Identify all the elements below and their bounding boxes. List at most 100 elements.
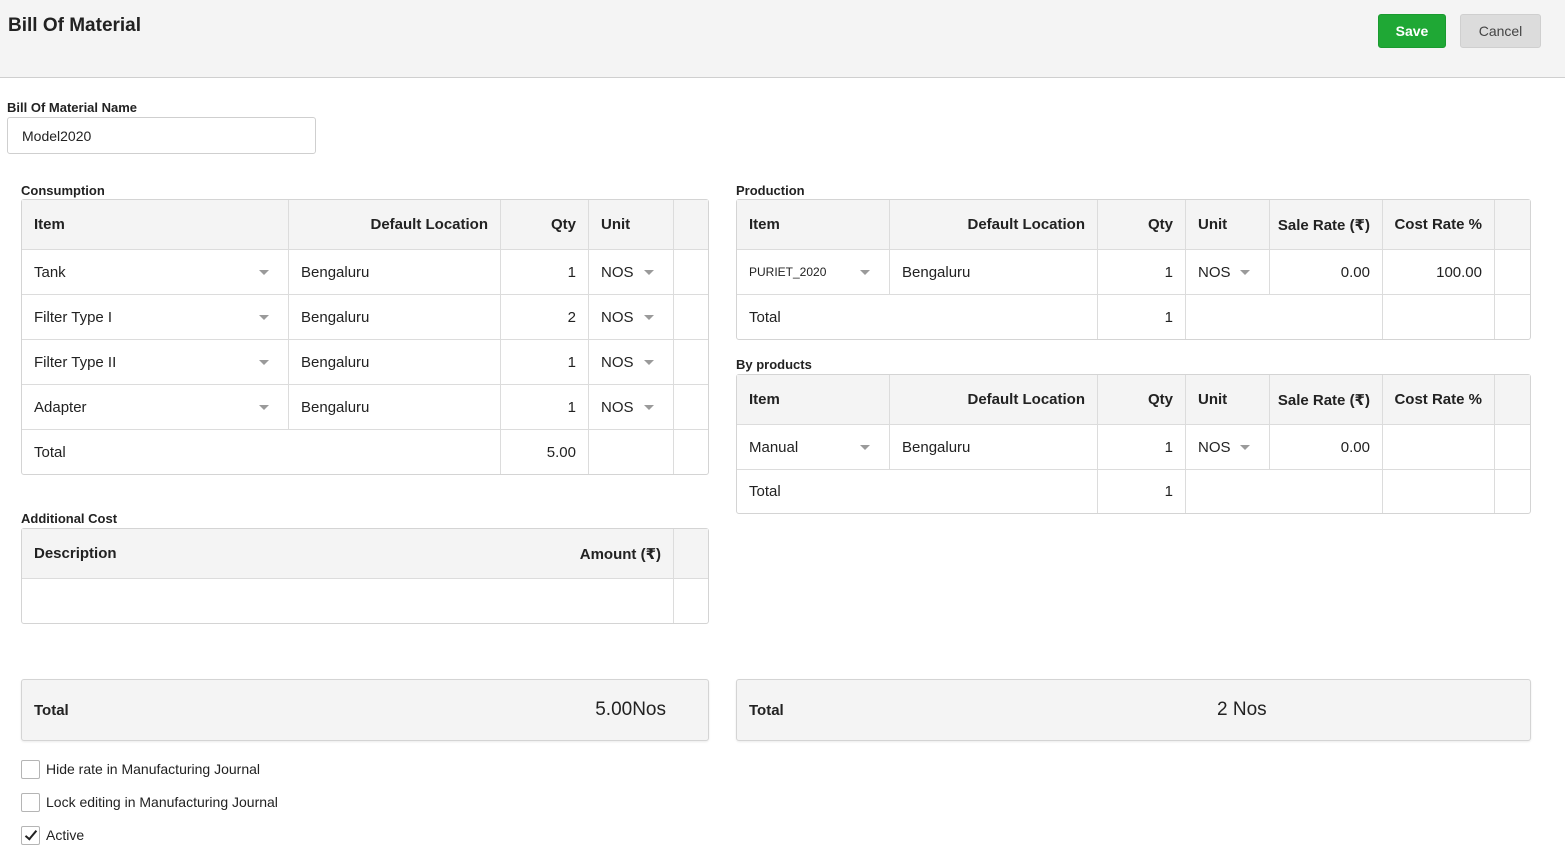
- location-cell[interactable]: Bengaluru: [289, 295, 501, 339]
- cost-rate-cell[interactable]: [1383, 425, 1495, 469]
- chevron-down-icon[interactable]: [644, 315, 654, 320]
- qty-cell[interactable]: 1: [501, 385, 589, 429]
- col-description-header: Description: [34, 545, 117, 562]
- production-total-label: Total: [749, 701, 784, 719]
- hide-rate-checkbox[interactable]: [21, 759, 40, 779]
- table-row: Manual Bengaluru 1 NOS 0.00: [737, 425, 1530, 470]
- chevron-down-icon[interactable]: [644, 270, 654, 275]
- location-cell[interactable]: Bengaluru: [289, 340, 501, 384]
- sale-rate-cell[interactable]: 0.00: [1270, 425, 1383, 469]
- table-row: PURIET_2020 Bengaluru 1 NOS 0.00 100.00: [737, 250, 1530, 295]
- cancel-button[interactable]: Cancel: [1460, 14, 1541, 48]
- qty-cell[interactable]: 2: [501, 295, 589, 339]
- chevron-down-icon[interactable]: [860, 270, 870, 275]
- lock-editing-option[interactable]: Lock editing in Manufacturing Journal: [21, 792, 278, 812]
- hide-rate-label: Hide rate in Manufacturing Journal: [46, 761, 261, 777]
- col-unit-header: Unit: [1186, 375, 1270, 424]
- col-item-header: Item: [22, 200, 289, 249]
- col-qty-header: Qty: [1098, 200, 1186, 249]
- consumption-label: Consumption: [21, 183, 105, 198]
- col-sale-rate-header: Sale Rate (₹): [1270, 200, 1383, 249]
- qty-cell[interactable]: 1: [1098, 250, 1186, 294]
- col-location-header: Default Location: [890, 375, 1098, 424]
- location-cell[interactable]: Bengaluru: [890, 250, 1098, 294]
- hide-rate-option[interactable]: Hide rate in Manufacturing Journal: [21, 759, 260, 779]
- row-action-cell: [1495, 295, 1530, 339]
- save-button[interactable]: Save: [1378, 14, 1446, 48]
- chevron-down-icon[interactable]: [259, 360, 269, 365]
- table-header-row: Item Default Location Qty Unit Sale Rate…: [737, 375, 1530, 425]
- item-select[interactable]: PURIET_2020: [737, 250, 890, 294]
- by-products-label: By products: [736, 357, 812, 372]
- item-select[interactable]: Adapter: [22, 385, 289, 429]
- total-label: Total: [737, 470, 1098, 513]
- qty-cell[interactable]: 1: [501, 250, 589, 294]
- unit-select[interactable]: NOS: [1186, 425, 1270, 469]
- item-select[interactable]: Manual: [737, 425, 890, 469]
- chevron-down-icon[interactable]: [1240, 445, 1250, 450]
- bom-name-label: Bill Of Material Name: [7, 100, 138, 115]
- sale-rate-cell[interactable]: 0.00: [1270, 250, 1383, 294]
- item-select[interactable]: Tank: [22, 250, 289, 294]
- lock-editing-label: Lock editing in Manufacturing Journal: [46, 794, 278, 810]
- bom-name-input[interactable]: [7, 117, 316, 154]
- table-header-row: Item Default Location Qty Unit: [22, 200, 708, 250]
- qty-cell[interactable]: 1: [1098, 425, 1186, 469]
- unit-value: NOS: [601, 308, 634, 326]
- active-checkbox[interactable]: [21, 825, 40, 845]
- col-qty-header: Qty: [501, 200, 589, 249]
- item-select[interactable]: Filter Type II: [22, 340, 289, 384]
- col-unit-header: Unit: [589, 200, 674, 249]
- row-action-cell: [1495, 470, 1530, 513]
- item-select[interactable]: Filter Type I: [22, 295, 289, 339]
- table-row: [22, 579, 708, 623]
- chevron-down-icon[interactable]: [644, 405, 654, 410]
- unit-value: NOS: [601, 263, 634, 281]
- item-value: PURIET_2020: [749, 265, 827, 279]
- col-location-header: Default Location: [890, 200, 1098, 249]
- table-row: Filter Type II Bengaluru 1 NOS: [22, 340, 708, 385]
- table-row: Filter Type I Bengaluru 2 NOS: [22, 295, 708, 340]
- page-title: Bill Of Material: [8, 15, 142, 36]
- col-sale-rate-header: Sale Rate (₹): [1270, 375, 1383, 424]
- chevron-down-icon[interactable]: [860, 445, 870, 450]
- consumption-table: Item Default Location Qty Unit Tank Beng…: [21, 199, 709, 475]
- unit-value: NOS: [1198, 438, 1231, 456]
- cost-rate-cell[interactable]: 100.00: [1383, 250, 1495, 294]
- row-action-cell: [674, 430, 709, 474]
- col-action-header: [1495, 375, 1530, 424]
- unit-select[interactable]: NOS: [1186, 250, 1270, 294]
- col-qty-header: Qty: [1098, 375, 1186, 424]
- row-action-cell: [1495, 425, 1530, 469]
- unit-select[interactable]: NOS: [589, 385, 674, 429]
- check-icon: [24, 826, 38, 841]
- unit-select[interactable]: NOS: [589, 340, 674, 384]
- unit-value: NOS: [601, 398, 634, 416]
- table-header-row: Description Amount (₹): [22, 529, 708, 579]
- col-action-header: [1495, 200, 1530, 249]
- chevron-down-icon[interactable]: [259, 270, 269, 275]
- location-cell[interactable]: Bengaluru: [890, 425, 1098, 469]
- chevron-down-icon[interactable]: [644, 360, 654, 365]
- total-qty: 5.00: [501, 430, 589, 474]
- item-value: Manual: [749, 438, 799, 456]
- total-qty: 1: [1098, 470, 1186, 513]
- lock-editing-checkbox[interactable]: [21, 792, 40, 812]
- description-cell[interactable]: [22, 579, 674, 623]
- consumption-total-value: 5.00Nos: [595, 699, 666, 720]
- chevron-down-icon[interactable]: [259, 405, 269, 410]
- unit-select[interactable]: NOS: [589, 295, 674, 339]
- col-action-header: [674, 200, 709, 249]
- location-cell[interactable]: Bengaluru: [289, 250, 501, 294]
- chevron-down-icon[interactable]: [1240, 270, 1250, 275]
- total-filler-cell: [1383, 470, 1495, 513]
- total-filler-cell: [1186, 470, 1383, 513]
- location-cell[interactable]: Bengaluru: [289, 385, 501, 429]
- col-cost-rate-header: Cost Rate %: [1383, 375, 1495, 424]
- active-option[interactable]: Active: [21, 825, 84, 845]
- col-unit-header: Unit: [1186, 200, 1270, 249]
- qty-cell[interactable]: 1: [501, 340, 589, 384]
- chevron-down-icon[interactable]: [259, 315, 269, 320]
- unit-select[interactable]: NOS: [589, 250, 674, 294]
- item-value: Tank: [34, 263, 66, 281]
